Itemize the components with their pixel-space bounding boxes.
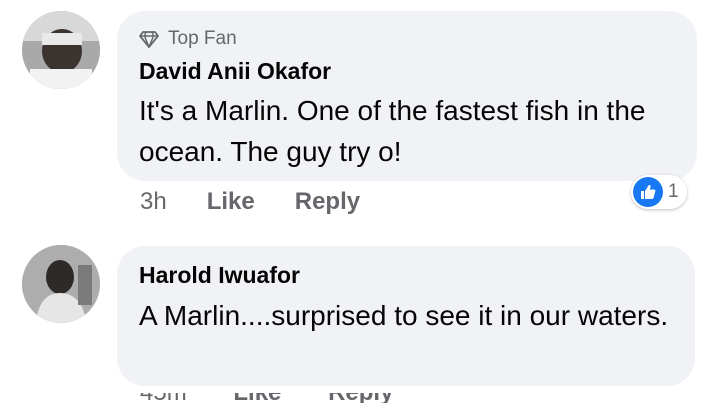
like-button[interactable]: Like [207,188,255,216]
badge-label: Top Fan [168,28,237,49]
comment-bubble: Harold Iwuafor A Marlin....surprised to … [117,246,695,386]
reply-button[interactable]: Reply [295,188,360,216]
reaction-summary[interactable]: 1 [631,175,687,209]
reply-button[interactable]: Reply [328,393,393,403]
comment-actions-cut: 45m Like Reply [140,393,400,403]
comment-timestamp[interactable]: 3h [140,188,167,216]
comment-author[interactable]: Harold Iwuafor [139,262,300,289]
comment-bubble: Top Fan David Anii Okafor It's a Marlin.… [117,11,697,181]
avatar[interactable] [22,245,100,323]
top-fan-badge[interactable]: Top Fan [139,28,237,50]
comment-text: A Marlin....surprised to see it in our w… [139,300,669,331]
diamond-icon [139,31,159,48]
thumbs-up-icon [633,177,663,207]
avatar-photo [22,245,100,323]
comment-timestamp[interactable]: 45m [140,393,187,403]
comment-actions: 3h Like Reply [140,188,360,216]
comment-author[interactable]: David Anii Okafor [139,58,331,85]
like-button[interactable]: Like [233,393,281,403]
avatar[interactable] [22,11,100,89]
reaction-count: 1 [668,181,679,202]
avatar-photo [22,11,100,89]
comment-text: It's a Marlin. One of the fastest fish i… [139,95,646,167]
